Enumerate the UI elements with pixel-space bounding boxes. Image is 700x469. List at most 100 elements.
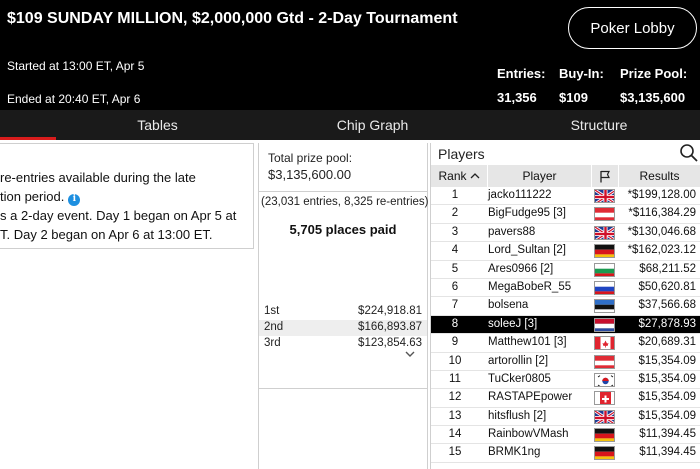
- payout-list: 1st $224,918.81 2nd $166,893.87 3rd $123…: [259, 304, 427, 352]
- player-name: BigFudge95 [3]: [488, 207, 567, 220]
- search-icon[interactable]: [679, 143, 699, 163]
- country-flag-icon: [594, 372, 615, 387]
- player-row[interactable]: 10 artorollin [2] $15,354.09: [431, 352, 700, 371]
- country-flag-icon: [594, 225, 615, 240]
- player-rank: 3: [451, 225, 459, 238]
- end-time: Ended at 20:40 ET, Apr 6: [7, 92, 141, 106]
- player-result: $11,394.45: [639, 428, 696, 441]
- player-name: Lord_Sultan [2]: [488, 244, 567, 257]
- player-name: jacko111222: [488, 189, 552, 201]
- player-row[interactable]: 5 Ares0966 [2] $68,211.52: [431, 260, 700, 279]
- country-flag-icon: [594, 409, 615, 424]
- players-table: 1 jacko111222 *$199,128.00 2 BigFudge95 [3] *…: [431, 187, 700, 463]
- player-row[interactable]: 9 Matthew101 [3] $20,689.31: [431, 334, 700, 353]
- player-name: artorollin [2]: [488, 354, 549, 367]
- player-rank: 1: [451, 189, 459, 201]
- tournament-title: $109 SUNDAY MILLION, $2,000,000 Gtd - 2-…: [7, 10, 458, 27]
- player-row[interactable]: 14 RainbowVMash $11,394.45: [431, 426, 700, 445]
- country-flag-icon: [594, 207, 615, 222]
- player-result: *$199,128.00: [627, 189, 696, 201]
- player-name: soleeJ [3]: [488, 317, 538, 330]
- player-result: $27,878.93: [638, 317, 696, 330]
- player-rank: 4: [451, 244, 459, 257]
- buyin-label: Buy-In:: [559, 66, 604, 81]
- player-row[interactable]: 4 Lord_Sultan [2] *$162,023.12: [431, 242, 700, 261]
- player-name: bolsena: [488, 299, 529, 312]
- country-flag-icon: [594, 262, 615, 277]
- prize-pool-value: $3,135,600: [620, 90, 686, 105]
- column-header-country[interactable]: [592, 165, 619, 187]
- player-row[interactable]: 11 TuCker0805 $15,354.09: [431, 370, 700, 390]
- players-title: Players: [438, 146, 485, 162]
- country-flag-icon: [594, 446, 615, 461]
- entries-summary: (23,031 entries, 8,325 re-entries): [261, 196, 429, 208]
- payout-amount: $166,893.87: [358, 321, 422, 333]
- country-flag-icon: [594, 336, 615, 351]
- player-row[interactable]: 7 bolsena $37,566.68: [431, 297, 700, 316]
- entries-value: 31,356: [497, 90, 537, 105]
- player-row[interactable]: 15 BRMK1ng $11,394.45: [431, 444, 700, 463]
- player-row[interactable]: 8 soleeJ [3] $27,878.93: [431, 315, 700, 335]
- player-rank: 9: [451, 336, 459, 349]
- tab-chip-graph[interactable]: Chip Graph: [290, 110, 455, 140]
- prize-pool-box: Total prize pool: $3,135,600.00: [259, 143, 427, 191]
- buyin-value: $109: [559, 90, 588, 105]
- player-rank: 15: [448, 446, 462, 459]
- player-row[interactable]: 3 pavers88 *$130,046.68: [431, 223, 700, 243]
- player-result: $15,354.09: [638, 354, 696, 367]
- player-rank: 12: [448, 391, 462, 404]
- player-result: *$130,046.68: [627, 225, 696, 238]
- column-header-results[interactable]: Results: [619, 165, 700, 187]
- total-prize-label: Total prize pool:: [268, 151, 353, 165]
- country-flag-icon: [594, 317, 615, 332]
- player-row[interactable]: 12 RASTAPEpower $15,354.09: [431, 389, 700, 408]
- player-result: $15,354.09: [638, 372, 696, 385]
- info-icon[interactable]: i: [68, 193, 81, 206]
- player-result: *$162,023.12: [627, 244, 696, 257]
- player-name: Matthew101 [3]: [488, 336, 567, 349]
- player-rank: 8: [451, 317, 459, 330]
- country-flag-icon: [594, 354, 615, 369]
- player-rank: 7: [451, 299, 459, 312]
- player-name: RASTAPEpower: [488, 391, 573, 404]
- payout-amount: $123,854.63: [358, 337, 422, 349]
- player-rank: 11: [449, 372, 461, 385]
- column-header-rank[interactable]: Rank: [431, 165, 488, 187]
- country-flag-icon: [594, 299, 615, 314]
- player-result: $50,620.81: [638, 280, 696, 293]
- player-rank: 13: [448, 409, 462, 422]
- player-name: RainbowVMash: [488, 428, 569, 441]
- player-row[interactable]: 2 BigFudge95 [3] *$116,384.29: [431, 205, 700, 224]
- country-flag-icon: [594, 189, 615, 203]
- chevron-down-icon[interactable]: [405, 349, 415, 359]
- entries-label: Entries:: [497, 66, 546, 81]
- player-result: $68,211.52: [639, 262, 696, 275]
- country-flag-icon: [594, 280, 615, 295]
- flag-icon: [600, 170, 610, 182]
- payout-row: 2nd $166,893.87: [259, 320, 427, 336]
- info-line-3: s a 2-day event. Day 1 began on Apr 5 at: [0, 208, 237, 223]
- player-result: $20,689.31: [638, 336, 696, 349]
- tab-tables[interactable]: Tables: [0, 110, 315, 140]
- tab-structure[interactable]: Structure: [520, 110, 678, 140]
- player-name: MegaBobeR_55: [488, 280, 572, 293]
- column-header-player[interactable]: Player: [488, 165, 592, 187]
- tournament-header: $109 SUNDAY MILLION, $2,000,000 Gtd - 2-…: [0, 0, 700, 110]
- payout-amount: $224,918.81: [358, 305, 422, 317]
- player-rank: 14: [448, 428, 462, 441]
- places-paid: 5,705 places paid: [289, 222, 397, 237]
- active-tab-indicator: [0, 137, 56, 140]
- player-rank: 6: [451, 280, 459, 293]
- payout-place: 2nd: [264, 321, 284, 333]
- player-name: pavers88: [488, 225, 536, 238]
- player-row[interactable]: 13 hitsflush [2] $15,354.09: [431, 407, 700, 427]
- player-result: $15,354.09: [638, 409, 696, 422]
- player-row[interactable]: 1 jacko111222 *$199,128.00: [431, 187, 700, 206]
- total-prize-value: $3,135,600.00: [268, 167, 352, 182]
- poker-lobby-button[interactable]: Poker Lobby: [568, 7, 697, 49]
- player-result: $15,354.09: [638, 391, 696, 404]
- chevron-up-icon: [470, 173, 479, 179]
- player-row[interactable]: 6 MegaBobeR_55 $50,620.81: [431, 278, 700, 298]
- payout-place: 3rd: [264, 337, 281, 349]
- prize-panel: Total prize pool: $3,135,600.00 (23,031 …: [258, 143, 428, 469]
